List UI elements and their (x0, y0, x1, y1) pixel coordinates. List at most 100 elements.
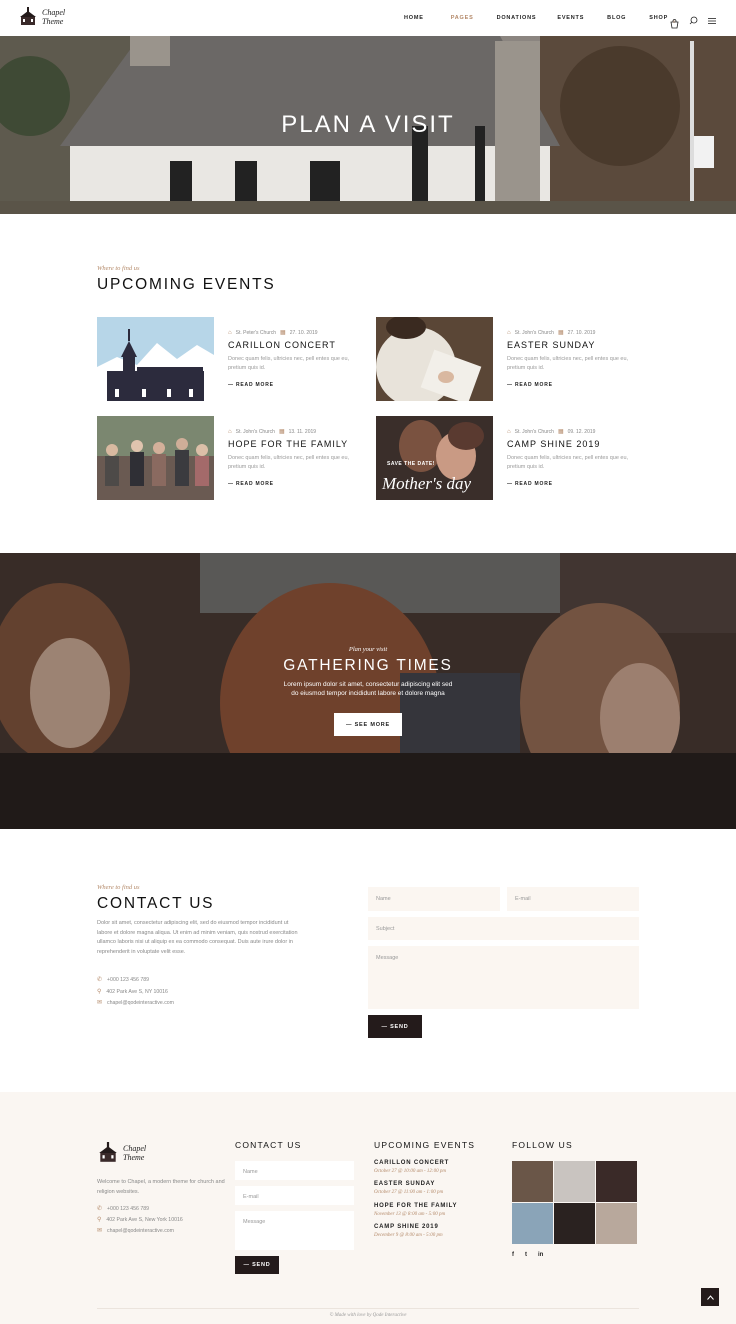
read-more-link[interactable]: — READ MORE (507, 481, 553, 487)
event-title[interactable]: HOPE FOR THE FAMILY (228, 439, 348, 449)
instagram-photo[interactable] (596, 1161, 637, 1202)
event-place: St. John's Church (514, 329, 554, 336)
event-title[interactable]: EASTER SUNDAY (507, 340, 595, 350)
footer-event-title[interactable]: EASTER SUNDAY (374, 1181, 435, 1187)
footer-phone-text: +000 123 456 789 (107, 1205, 150, 1212)
contact-email-text: chapel@qodeinteractive.com (107, 999, 175, 1006)
footer-events-title: UPCOMING EVENTS (374, 1140, 476, 1150)
contact-address-text: 402 Park Ave S, NY 10016 (106, 988, 168, 995)
cart-count-badge: 0 (673, 19, 676, 24)
footer-divider (97, 1308, 639, 1309)
event-image[interactable]: SAVE THE DATE! Mother's day (376, 416, 493, 500)
linkedin-icon[interactable]: in (538, 1252, 543, 1258)
search-icon[interactable] (689, 12, 698, 30)
twitter-icon[interactable]: t (525, 1252, 527, 1258)
menu-icon[interactable] (707, 12, 717, 30)
chapel-illustration (97, 317, 214, 401)
site-footer: Chapel Theme Welcome to Chapel, a modern… (0, 1092, 736, 1324)
instagram-photo[interactable] (596, 1203, 637, 1244)
nav-pages[interactable]: PAGES (451, 15, 474, 21)
contact-kicker: Where to find us (97, 884, 140, 891)
footer-event-title[interactable]: CARILLON CONCERT (374, 1160, 449, 1166)
back-to-top-button[interactable] (701, 1288, 719, 1306)
event-title[interactable]: CAMP SHINE 2019 (507, 439, 600, 449)
footer-event-date: November 13 @ 8:00 am - 5:00 pm (374, 1212, 446, 1217)
instagram-photo[interactable] (554, 1161, 595, 1202)
footer-event-title[interactable]: HOPE FOR THE FAMILY (374, 1203, 457, 1209)
gathering-text-2: do eiusmod tempor incididunt labore et d… (291, 690, 445, 697)
hero-title: PLAN A VISIT (281, 111, 455, 138)
contact-phone-text: +000 123 456 789 (107, 976, 150, 983)
event-place: St. Peter's Church (235, 329, 277, 336)
see-more-button[interactable]: — SEE MORE (334, 713, 402, 736)
nav-donations[interactable]: DONATIONS (497, 15, 537, 21)
event-card-4[interactable]: SAVE THE DATE! Mother's day ⌂ St. John's … (376, 416, 646, 500)
read-more-label: READ MORE (515, 382, 553, 388)
read-more-label: READ MORE (515, 481, 553, 487)
event-card-2[interactable]: ⌂ St. John's Church ▦ 27. 10. 2019 EASTER S… (376, 317, 646, 401)
mothers-day-script: Mother's day (382, 474, 472, 493)
events-kicker: Where to find us (97, 265, 140, 272)
footer-message-field[interactable]: Message (235, 1211, 354, 1250)
contact-address: ⚲ 402 Park Ave S, NY 10016 (97, 988, 168, 996)
read-more-label: READ MORE (236, 481, 274, 487)
footer-send-button[interactable]: — SEND (235, 1256, 279, 1274)
instagram-photo[interactable] (512, 1203, 553, 1244)
footer-email-text: chapel@qodeinteractive.com (107, 1227, 175, 1234)
footer-email-field[interactable]: E-mail (235, 1186, 354, 1205)
read-more-label: READ MORE (236, 382, 274, 388)
calendar-icon: ▦ (280, 330, 286, 336)
footer-follow-title: FOLLOW US (512, 1140, 573, 1150)
nav-shop[interactable]: SHOP (649, 15, 668, 21)
event-excerpt: Donec quam felis, ultricies nec, pell en… (507, 356, 629, 371)
footer-about: Welcome to Chapel, a modern theme for ch… (97, 1179, 225, 1195)
event-title[interactable]: CARILLON CONCERT (228, 340, 336, 350)
logo-line-1: Chapel (42, 8, 66, 17)
footer-name-field[interactable]: Name (235, 1161, 354, 1180)
church-icon: ⌂ (507, 428, 511, 435)
gathering-kicker: Plan your visit (348, 646, 388, 653)
event-image[interactable] (376, 317, 493, 401)
location-icon: ⚲ (97, 989, 102, 995)
gathering-title: GATHERING TIMES (283, 657, 453, 674)
read-more-link[interactable]: — READ MORE (507, 382, 553, 388)
footer-logo-line-1: Chapel (123, 1144, 147, 1153)
instagram-photo[interactable] (512, 1161, 553, 1202)
site-header: Chapel Theme HOME PAGES DONATIONS EVENTS… (0, 0, 736, 36)
footer-send-label: SEND (252, 1262, 271, 1268)
nav-events[interactable]: EVENTS (557, 15, 584, 21)
church-icon: ⌂ (228, 428, 232, 435)
facebook-icon[interactable]: f (512, 1252, 514, 1258)
read-more-link[interactable]: — READ MORE (228, 382, 274, 388)
church-icon: ⌂ (228, 329, 232, 336)
subject-field[interactable]: Subject (368, 917, 639, 940)
event-card-1[interactable]: ⌂ St. Peter's Church ▦ 27. 10. 2019 CARILLO… (97, 317, 367, 401)
chapel-logo-icon (99, 1142, 117, 1162)
footer-email: ✉ chapel@qodeinteractive.com (97, 1227, 175, 1235)
event-card-3[interactable]: ⌂ St. John's Church ▦ 13. 11. 2019 HOPE FOR… (97, 416, 367, 500)
send-button[interactable]: — SEND (368, 1015, 422, 1038)
footer-logo-line-2: Theme (123, 1153, 145, 1162)
footer-event-title[interactable]: CAMP SHINE 2019 (374, 1224, 439, 1230)
event-image[interactable] (97, 317, 214, 401)
main-nav: HOME PAGES DONATIONS EVENTS BLOG SHOP (404, 0, 668, 36)
event-date: 09. 12. 2019 (567, 428, 596, 435)
message-field[interactable]: Message (368, 946, 639, 1009)
event-image[interactable] (97, 416, 214, 500)
cart-icon[interactable]: 0 (670, 16, 680, 29)
read-more-link[interactable]: — READ MORE (228, 481, 274, 487)
footer-event-date: October 27 @ 10:00 am - 12:00 pm (374, 1169, 446, 1174)
logo-line-2: Theme (42, 17, 64, 26)
phone-icon: ✆ (97, 977, 103, 983)
nav-blog[interactable]: BLOG (607, 15, 626, 21)
name-field[interactable]: Name (368, 887, 500, 911)
mail-icon: ✉ (97, 1228, 103, 1234)
email-field[interactable]: E-mail (507, 887, 639, 911)
site-logo[interactable]: Chapel Theme (18, 7, 65, 27)
event-date: 27. 10. 2019 (289, 329, 318, 336)
instagram-photo[interactable] (554, 1203, 595, 1244)
nav-home[interactable]: HOME (404, 15, 424, 21)
footer-event-date: October 27 @ 11:00 am - 1:00 pm (374, 1190, 444, 1195)
footer-phone: ✆ +000 123 456 789 (97, 1205, 150, 1213)
footer-logo[interactable]: Chapel Theme (97, 1142, 146, 1164)
